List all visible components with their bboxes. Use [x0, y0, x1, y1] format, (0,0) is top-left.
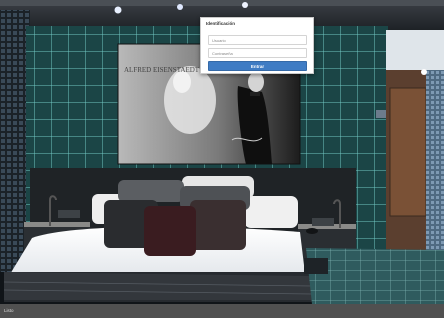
svg-text:ALFRED EISENSTAEDT: ALFRED EISENSTAEDT [124, 66, 200, 74]
status-bar: Listo [0, 304, 444, 318]
login-title: Identificación [206, 21, 236, 26]
password-input[interactable] [208, 48, 307, 58]
login-button[interactable]: Entrar [208, 61, 307, 71]
login-panel: Identificación Entrar [200, 17, 314, 74]
status-text: Listo [4, 308, 14, 313]
username-input[interactable] [208, 35, 307, 45]
